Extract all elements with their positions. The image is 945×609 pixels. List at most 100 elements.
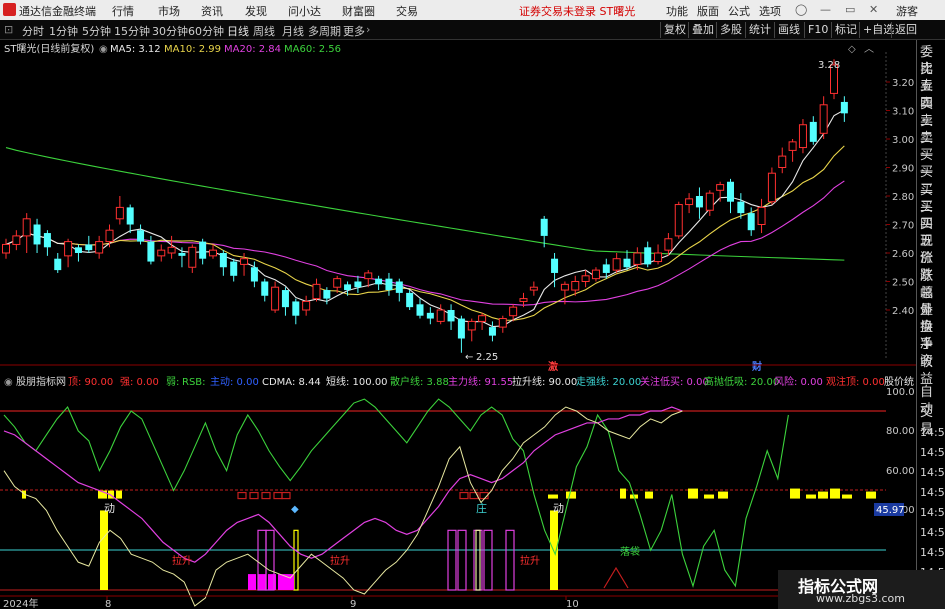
x-label-year: 2024年 (3, 597, 38, 609)
candle (644, 247, 652, 265)
ma-line (5, 145, 845, 321)
indicator-legend-item: 主动: 0.00 (210, 376, 259, 388)
candle (519, 298, 528, 302)
menu-item-layout[interactable]: 版面 (697, 3, 719, 19)
candle (436, 309, 445, 322)
period-daily[interactable]: 日线 (227, 23, 249, 39)
indicator-axis-label: 80.00 (886, 426, 915, 437)
diamond-icon[interactable]: ◇ (848, 44, 856, 55)
minimize-icon[interactable]: — (820, 3, 831, 16)
candle (281, 290, 289, 308)
guest-login[interactable]: 游客 (896, 3, 918, 19)
price-axis-label: 3.20 (892, 78, 914, 89)
indicator-bar (459, 491, 469, 500)
period-weekly[interactable]: 周线 (253, 23, 275, 39)
candle (727, 181, 734, 202)
legend-toggle-icon[interactable]: ◉ (99, 44, 108, 55)
kline-chart[interactable]: ST曙光(日线前复权) ◉ MA5: 3.12 MA10: 2.99 MA20: 2… (0, 40, 916, 609)
close-icon[interactable]: ✕ (869, 3, 878, 16)
login-warning[interactable]: 证券交易未登录 ST曙光 (519, 3, 635, 19)
candle (178, 253, 186, 256)
indicator-bar (548, 494, 558, 499)
candle (115, 206, 124, 220)
side-panel-item[interactable]: 收益 (920, 354, 945, 388)
side-panel-trade-item[interactable]: 14:56 (920, 444, 945, 461)
candle (12, 235, 21, 245)
period-30min[interactable]: 30分钟 (152, 23, 188, 39)
indicator-bar (100, 510, 108, 590)
back-button[interactable]: 返回 (891, 22, 920, 38)
event-mark-finance[interactable]: 财 (751, 360, 762, 373)
side-panel-trade-item[interactable]: 14:56 (920, 524, 945, 541)
candle (623, 258, 631, 268)
indicator-legend: 顶: 90.00 强: 0.00 弱: RSB: 主动: 0.00 CDMA: 8.44 短… (68, 375, 914, 388)
side-panel-trade-item[interactable]: 14:56 (920, 464, 945, 481)
menu-item-wealth[interactable]: 财富圈 (342, 3, 375, 19)
side-panel-trade-item[interactable]: 14:56 (920, 504, 945, 521)
x-label-aug: 8 (105, 599, 111, 609)
indicator-legend-item: 拉升线: 90.00 (512, 375, 577, 388)
indicator-toggle-icon[interactable]: ◉ (4, 377, 13, 388)
menu-item-trade[interactable]: 交易 (396, 3, 418, 19)
more-chevron-icon[interactable]: › (366, 23, 370, 36)
indicator-bar (237, 491, 247, 500)
period-minute-chart[interactable]: 分时 (22, 23, 44, 39)
low-arrow-icon: ← (465, 352, 473, 363)
menu-item-quotes[interactable]: 行情 (112, 3, 134, 19)
multi-stock-button[interactable]: 多股 (716, 22, 745, 38)
side-panel-trade-item[interactable]: 14:56 (920, 484, 945, 501)
menu-item-market[interactable]: 市场 (158, 3, 180, 19)
back-arrow-icon[interactable]: ⊡ (4, 23, 13, 36)
candle (406, 292, 414, 308)
indicator-bar (818, 491, 828, 499)
indicator-bar (447, 529, 457, 591)
period-15min[interactable]: 15分钟 (114, 23, 150, 39)
price-axis-label: 3.10 (892, 107, 914, 118)
overlay-button[interactable]: 叠加 (688, 22, 717, 38)
period-monthly[interactable]: 月线 (282, 23, 304, 39)
candle (209, 249, 217, 257)
menu-item-function[interactable]: 功能 (666, 3, 688, 19)
candle (64, 241, 73, 257)
candle (271, 286, 280, 311)
menu-item-ask[interactable]: 问小达 (288, 3, 321, 19)
indicator-legend-item: 风险: 0.00 (774, 375, 823, 388)
candle (344, 284, 352, 291)
candle (395, 281, 403, 293)
period-multi[interactable]: 多周期 (308, 23, 341, 39)
x-label-oct: 10 (566, 599, 579, 609)
indicator-axis: 100.080.0060.0040.00 (886, 387, 915, 516)
period-1min[interactable]: 1分钟 (49, 23, 78, 39)
candle (571, 281, 580, 291)
period-more[interactable]: 更多 (343, 23, 365, 39)
f10-button[interactable]: F10 (804, 22, 831, 38)
statistics-button[interactable]: 统计 (745, 22, 774, 38)
indicator-bar (281, 491, 291, 500)
menu-item-formula[interactable]: 公式 (728, 3, 750, 19)
restore-icon[interactable]: ▭ (845, 3, 855, 16)
event-mark-excite[interactable]: 激 (548, 360, 558, 373)
adjust-button[interactable]: 复权 (660, 22, 689, 38)
period-60min[interactable]: 60分钟 (188, 23, 224, 39)
user-icon[interactable]: ◯ (795, 3, 807, 16)
chevron-up-icon[interactable]: ︿ (864, 44, 874, 55)
candle (602, 264, 610, 273)
price-pane: ST曙光(日线前复权) ◉ MA5: 3.12 MA10: 2.99 MA20: 2… (0, 42, 916, 373)
candle (126, 207, 134, 225)
indicator-bar (806, 494, 816, 499)
menu-item-options[interactable]: 选项 (759, 3, 781, 19)
period-5min[interactable]: 5分钟 (82, 23, 111, 39)
candle (457, 318, 465, 339)
menu-item-discover[interactable]: 发现 (245, 3, 267, 19)
side-panel-trade-item[interactable]: 14:56 (920, 544, 945, 561)
candle (219, 253, 227, 268)
menu-item-news[interactable]: 资讯 (201, 3, 223, 19)
price-axis-label: 2.70 (892, 221, 914, 232)
indicator-bar (866, 491, 876, 499)
draw-line-button[interactable]: 画线 (774, 22, 803, 38)
candle (633, 252, 642, 265)
side-panel-trade-item[interactable]: 14:56 (920, 424, 945, 441)
mark-button[interactable]: 标记 (831, 22, 860, 38)
indicator-bar (718, 491, 728, 499)
indicator-bar (457, 529, 467, 591)
